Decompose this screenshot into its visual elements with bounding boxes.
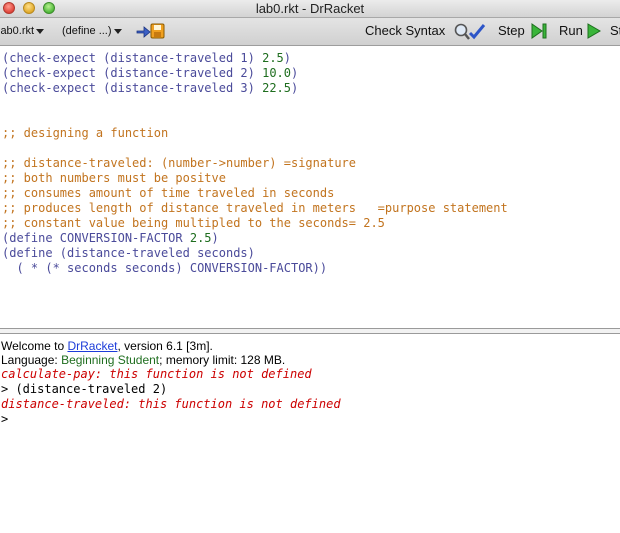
code-line: ( * (* seconds seconds) CONVERSION-FACTO… <box>2 261 328 275</box>
code-number: 2.5 <box>189 231 212 245</box>
code-number: 2.5 <box>262 51 284 65</box>
save-button[interactable] <box>136 22 166 43</box>
check-syntax-label: Check Syntax <box>365 23 446 38</box>
define-menu-label: (define ...) <box>62 25 112 37</box>
step-label: Step <box>498 23 525 38</box>
code-line: (check-expect (distance-traveled 3) 22.5… <box>2 81 298 96</box>
code-number: 10.0 <box>262 66 291 80</box>
language-prefix: Language: <box>1 353 62 367</box>
code-line: (check-expect (distance-traveled 2) 10.0… <box>2 66 298 81</box>
check-syntax-button[interactable]: Check Syntax <box>365 23 445 38</box>
code-line: (define CONVERSION-FACTOR 2.5) <box>2 231 219 246</box>
code-text: (define CONVERSION-FACTOR <box>2 231 190 245</box>
code-text: (check-expect (distance-traveled 2) <box>2 66 263 80</box>
language-line: Language: Beginning Student; memory limi… <box>1 353 285 368</box>
code-text: (check-expect (distance-traveled 1) <box>2 51 263 65</box>
code-line: (check-expect (distance-traveled 1) 2.5) <box>2 51 291 66</box>
interactions-pane[interactable]: Welcome to DrRacket, version 6.1 [3m]. L… <box>0 335 620 533</box>
file-menu[interactable]: lab0.rkt <box>0 25 45 37</box>
toolbar: lab0.rkt (define ...) Check Syntax Step … <box>0 18 620 46</box>
code-comment: ;; constant value being multipled to the… <box>2 216 385 230</box>
save-icon <box>136 23 165 39</box>
step-icon[interactable] <box>530 22 548 40</box>
run-label: Run <box>559 23 583 38</box>
window-title: lab0.rkt - DrRacket <box>255 1 365 16</box>
repl-input-line: > (distance-traveled 2) <box>1 382 168 396</box>
magnifier-check-icon[interactable] <box>453 22 487 42</box>
error-message: calculate-pay: this function is not defi… <box>1 367 312 381</box>
stop-label: St <box>610 23 620 38</box>
code-paren: ) <box>291 66 299 80</box>
define-menu[interactable]: (define ...) <box>62 25 122 37</box>
code-number: 22.5 <box>262 81 291 95</box>
repl-prompt[interactable]: > <box>1 412 8 427</box>
welcome-prefix: Welcome to <box>1 339 68 353</box>
language-suffix: ; memory limit: 128 MB. <box>159 353 286 367</box>
run-button[interactable]: Run <box>559 23 583 38</box>
title-bar: lab0.rkt - DrRacket <box>0 0 620 18</box>
chevron-down-icon <box>36 28 45 34</box>
code-paren: ) <box>211 231 219 245</box>
run-icon[interactable] <box>586 22 602 40</box>
code-comment: ;; distance-traveled: (number->number) =… <box>2 156 357 170</box>
pane-divider[interactable] <box>0 328 620 334</box>
code-comment: ;; produces length of distance traveled … <box>2 201 508 215</box>
stop-button[interactable]: St <box>610 23 620 38</box>
code-line: (define (distance-traveled seconds) <box>2 246 255 260</box>
language-name: Beginning Student <box>61 353 160 367</box>
code-paren: ) <box>283 51 292 65</box>
code-paren: ) <box>291 81 299 95</box>
code-comment: ;; both numbers must be positve <box>2 171 226 185</box>
drracket-link[interactable]: DrRacket <box>67 339 117 353</box>
chevron-down-icon <box>113 28 122 34</box>
error-message: distance-traveled: this function is not … <box>1 397 341 411</box>
code-comment: ;; consumes amount of time traveled in s… <box>2 186 335 200</box>
step-button[interactable]: Step <box>498 23 525 38</box>
file-menu-label: lab0.rkt <box>0 25 35 37</box>
welcome-line: Welcome to DrRacket, version 6.1 [3m]. <box>1 339 213 354</box>
welcome-suffix: , version 6.1 [3m]. <box>117 339 213 353</box>
code-text: (check-expect (distance-traveled 3) <box>2 81 263 95</box>
code-comment: ;; designing a function <box>2 126 169 140</box>
definitions-editor[interactable]: (check-expect (distance-traveled 1) 2.5)… <box>0 46 620 328</box>
